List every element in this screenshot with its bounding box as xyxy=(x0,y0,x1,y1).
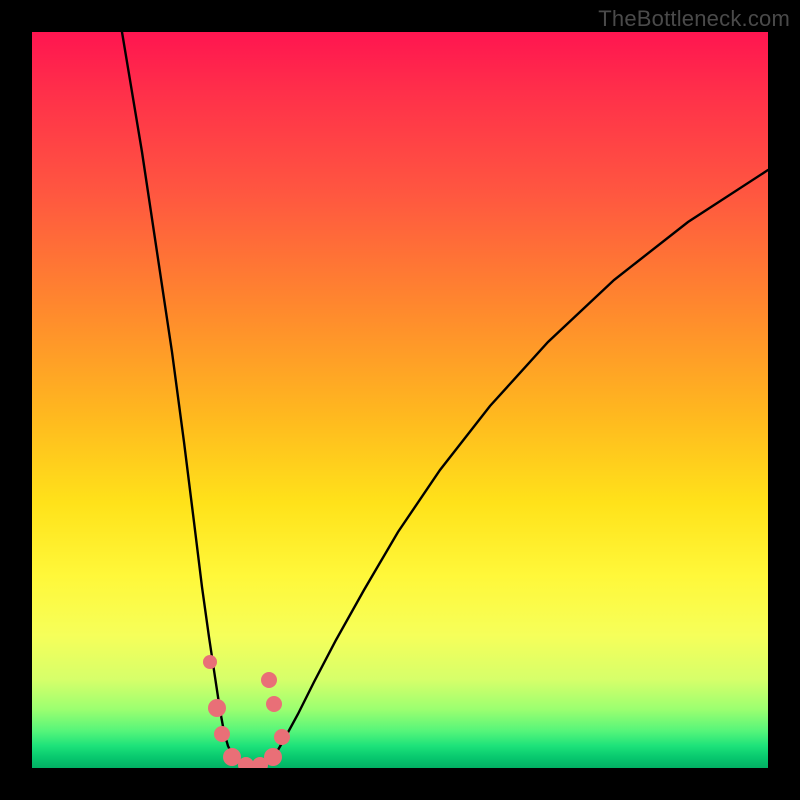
data-marker xyxy=(266,696,282,712)
watermark-text: TheBottleneck.com xyxy=(598,6,790,32)
data-marker xyxy=(264,748,282,766)
curve-svg xyxy=(32,32,768,768)
left-branch-curve xyxy=(122,32,238,762)
data-marker xyxy=(208,699,226,717)
data-markers xyxy=(203,655,290,768)
data-marker xyxy=(261,672,277,688)
data-marker xyxy=(214,726,230,742)
data-marker xyxy=(203,655,217,669)
data-marker xyxy=(274,729,290,745)
plot-area xyxy=(32,32,768,768)
right-branch-curve xyxy=(268,170,768,762)
chart-frame: TheBottleneck.com xyxy=(0,0,800,800)
